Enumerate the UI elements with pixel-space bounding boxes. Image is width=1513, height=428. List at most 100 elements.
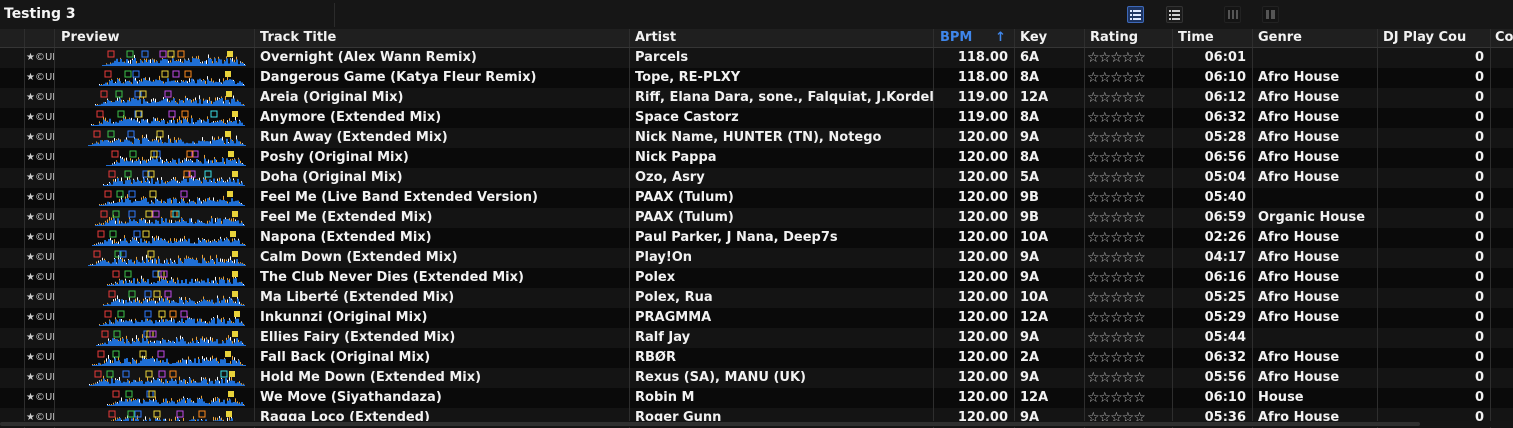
rating-stars[interactable]: ☆☆☆☆☆ bbox=[1085, 228, 1173, 248]
track-list[interactable]: Preview Track Title Artist BPM ↑ Key Rat… bbox=[0, 29, 1513, 428]
track-row[interactable]: ★©UE Feel Me (Extended Mix)PAAX (Tulum)12… bbox=[0, 208, 1513, 228]
rating-stars[interactable]: ☆☆☆☆☆ bbox=[1085, 388, 1173, 408]
waveform-preview[interactable] bbox=[55, 288, 255, 308]
row-status-icons: ★©UE bbox=[25, 88, 55, 108]
header-time[interactable]: Time bbox=[1173, 29, 1253, 47]
header-artist[interactable]: Artist bbox=[630, 29, 934, 47]
track-row[interactable]: ★©UE Napona (Extended Mix)Paul Parker, J … bbox=[0, 228, 1513, 248]
waveform-preview[interactable] bbox=[55, 168, 255, 188]
track-row[interactable]: ★©UE Run Away (Extended Mix)Nick Name, HU… bbox=[0, 128, 1513, 148]
row-extra-cell bbox=[1491, 168, 1513, 188]
rating-stars[interactable]: ☆☆☆☆☆ bbox=[1085, 328, 1173, 348]
row-status-icons: ★©UE bbox=[25, 208, 55, 228]
track-time: 06:59 bbox=[1173, 208, 1253, 228]
track-row[interactable]: ★©UE Ellies Fairy (Extended Mix)Ralf Jay1… bbox=[0, 328, 1513, 348]
simple-list-view-button[interactable] bbox=[1166, 6, 1183, 23]
row-extra-cell bbox=[1491, 208, 1513, 228]
row-mark bbox=[0, 168, 25, 188]
rating-stars[interactable]: ☆☆☆☆☆ bbox=[1085, 268, 1173, 288]
track-genre: Afro House bbox=[1253, 308, 1378, 328]
rating-stars[interactable]: ☆☆☆☆☆ bbox=[1085, 148, 1173, 168]
waveform-preview[interactable] bbox=[55, 368, 255, 388]
header-rating[interactable]: Rating bbox=[1085, 29, 1173, 47]
waveform-graphic bbox=[107, 390, 245, 406]
rating-stars[interactable]: ☆☆☆☆☆ bbox=[1085, 348, 1173, 368]
track-row[interactable]: ★©UE Hold Me Down (Extended Mix)Rexus (SA… bbox=[0, 368, 1513, 388]
waveform-preview[interactable] bbox=[55, 228, 255, 248]
track-row[interactable]: ★©UE Calm Down (Extended Mix)Play!On120.0… bbox=[0, 248, 1513, 268]
track-time: 06:01 bbox=[1173, 48, 1253, 68]
header-key[interactable]: Key bbox=[1015, 29, 1085, 47]
column-header-row: Preview Track Title Artist BPM ↑ Key Rat… bbox=[0, 29, 1513, 48]
track-row[interactable]: ★©UE We Move (Siyathandaza)Robin M120.001… bbox=[0, 388, 1513, 408]
track-title: Overnight (Alex Wann Remix) bbox=[255, 48, 630, 68]
track-row[interactable]: ★©UE Overnight (Alex Wann Remix)Parcels11… bbox=[0, 48, 1513, 68]
track-title: Feel Me (Extended Mix) bbox=[255, 208, 630, 228]
track-artist: Space Castorz bbox=[630, 108, 934, 128]
waveform-preview[interactable] bbox=[55, 388, 255, 408]
track-row[interactable]: ★©UE Dangerous Game (Katya Fleur Remix)To… bbox=[0, 68, 1513, 88]
rating-stars[interactable]: ☆☆☆☆☆ bbox=[1085, 308, 1173, 328]
track-bpm: 120.00 bbox=[934, 348, 1015, 368]
row-extra-cell bbox=[1491, 228, 1513, 248]
rating-stars[interactable]: ☆☆☆☆☆ bbox=[1085, 288, 1173, 308]
row-extra-cell bbox=[1491, 348, 1513, 368]
track-time: 05:56 bbox=[1173, 368, 1253, 388]
track-row[interactable]: ★©UE Feel Me (Live Band Extended Version)… bbox=[0, 188, 1513, 208]
rating-stars[interactable]: ☆☆☆☆☆ bbox=[1085, 48, 1173, 68]
track-bpm: 120.00 bbox=[934, 168, 1015, 188]
rating-stars[interactable]: ☆☆☆☆☆ bbox=[1085, 208, 1173, 228]
waveform-preview[interactable] bbox=[55, 108, 255, 128]
track-key: 12A bbox=[1015, 308, 1085, 328]
track-row[interactable]: ★©UE Inkunnzi (Original Mix)PRAGMMA120.00… bbox=[0, 308, 1513, 328]
track-row[interactable]: ★©UE Anymore (Extended Mix)Space Castorz1… bbox=[0, 108, 1513, 128]
rating-stars[interactable]: ☆☆☆☆☆ bbox=[1085, 368, 1173, 388]
waveform-preview[interactable] bbox=[55, 68, 255, 88]
waveform-preview[interactable] bbox=[55, 308, 255, 328]
rating-stars[interactable]: ☆☆☆☆☆ bbox=[1085, 68, 1173, 88]
track-genre: Organic House bbox=[1253, 208, 1378, 228]
track-artist: Parcels bbox=[630, 48, 934, 68]
waveform-preview[interactable] bbox=[55, 248, 255, 268]
waveform-preview[interactable] bbox=[55, 48, 255, 68]
waveform-preview[interactable] bbox=[55, 188, 255, 208]
rating-stars[interactable]: ☆☆☆☆☆ bbox=[1085, 248, 1173, 268]
track-artist: Nick Name, HUNTER (TN), Notego bbox=[630, 128, 934, 148]
waveform-preview[interactable] bbox=[55, 208, 255, 228]
waveform-preview[interactable] bbox=[55, 88, 255, 108]
header-extra-column[interactable]: Co bbox=[1491, 29, 1513, 47]
track-row[interactable]: ★©UE Poshy (Original Mix)Nick Pappa120.00… bbox=[0, 148, 1513, 168]
waveform-preview[interactable] bbox=[55, 128, 255, 148]
row-mark bbox=[0, 228, 25, 248]
header-preview[interactable]: Preview bbox=[55, 29, 255, 47]
horizontal-scrollbar[interactable] bbox=[0, 421, 1513, 427]
track-row[interactable]: ★©UE Areia (Original Mix)Riff, Elana Dara… bbox=[0, 88, 1513, 108]
rating-stars[interactable]: ☆☆☆☆☆ bbox=[1085, 88, 1173, 108]
header-track-title[interactable]: Track Title bbox=[255, 29, 630, 47]
rating-stars[interactable]: ☆☆☆☆☆ bbox=[1085, 188, 1173, 208]
track-bpm: 119.00 bbox=[934, 88, 1015, 108]
header-genre[interactable]: Genre bbox=[1253, 29, 1378, 47]
track-row[interactable]: ★©UEMa Liberté (Extended Mix)Polex, Rua1… bbox=[0, 288, 1513, 308]
rating-stars[interactable]: ☆☆☆☆☆ bbox=[1085, 168, 1173, 188]
header-dj-play-count[interactable]: DJ Play Cou bbox=[1378, 29, 1491, 47]
column-view-button[interactable] bbox=[1224, 6, 1241, 23]
track-bpm: 120.00 bbox=[934, 188, 1015, 208]
track-row[interactable]: ★©UE Doha (Original Mix)Ozo, Asry120.005A… bbox=[0, 168, 1513, 188]
waveform-graphic bbox=[99, 310, 245, 326]
split-view-button[interactable] bbox=[1262, 6, 1279, 23]
waveform-preview[interactable] bbox=[55, 148, 255, 168]
track-title: Calm Down (Extended Mix) bbox=[255, 248, 630, 268]
waveform-preview[interactable] bbox=[55, 268, 255, 288]
scrollbar-thumb[interactable] bbox=[0, 422, 1420, 426]
header-bpm[interactable]: BPM ↑ bbox=[934, 29, 1015, 47]
row-status-icons: ★©UE bbox=[25, 128, 55, 148]
detail-list-view-button[interactable] bbox=[1127, 6, 1144, 23]
track-row[interactable]: ★©UE Fall Back (Original Mix)RBØR120.002A… bbox=[0, 348, 1513, 368]
track-artist: PRAGMMA bbox=[630, 308, 934, 328]
track-row[interactable]: ★©UE The Club Never Dies (Extended Mix)Po… bbox=[0, 268, 1513, 288]
rating-stars[interactable]: ☆☆☆☆☆ bbox=[1085, 128, 1173, 148]
waveform-preview[interactable] bbox=[55, 348, 255, 368]
waveform-preview[interactable] bbox=[55, 328, 255, 348]
rating-stars[interactable]: ☆☆☆☆☆ bbox=[1085, 108, 1173, 128]
